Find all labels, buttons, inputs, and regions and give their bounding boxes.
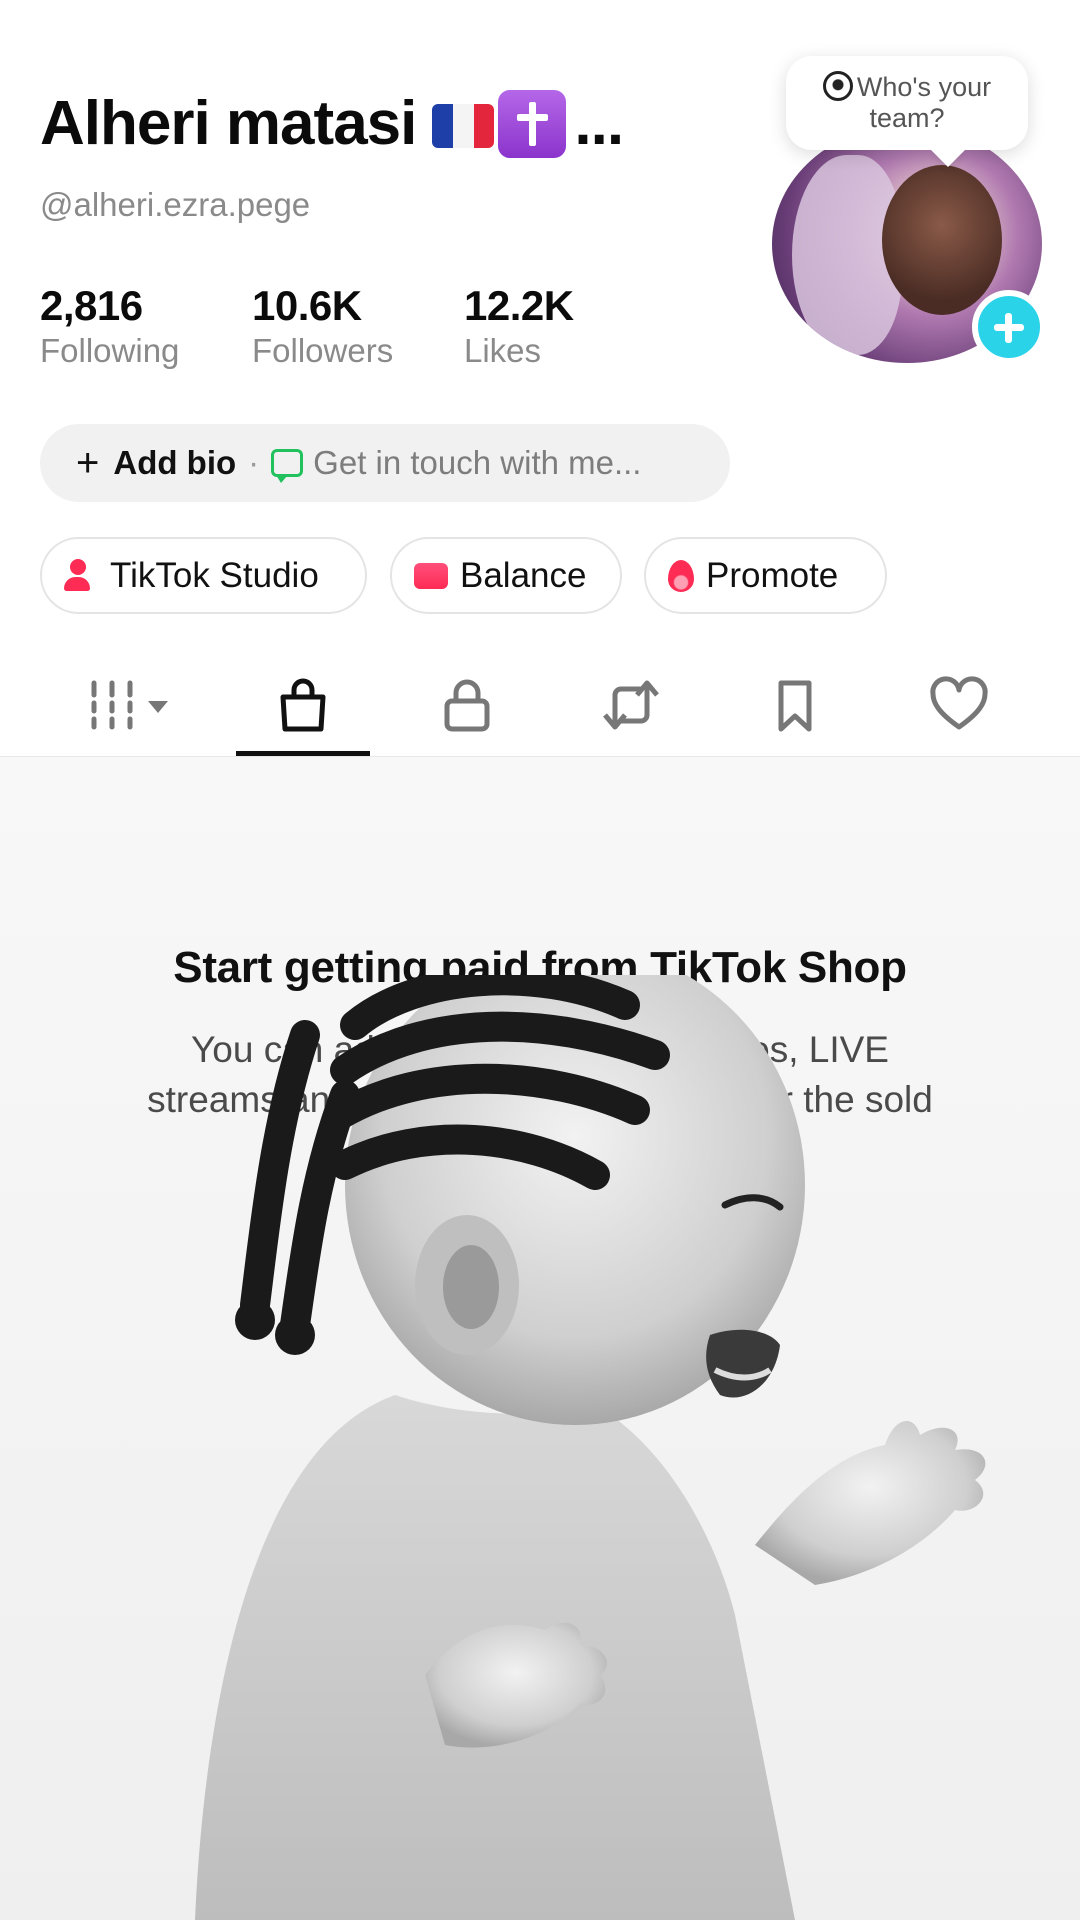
soccer-ball-icon — [822, 71, 853, 101]
username[interactable]: @alheri.ezra.pege — [40, 186, 310, 224]
france-flag-icon — [432, 104, 495, 148]
heart-icon — [930, 676, 988, 730]
videos-grid-icon — [91, 680, 168, 730]
fire-icon — [668, 559, 694, 592]
stat-value: 10.6K — [252, 282, 362, 329]
tiktok-studio-button[interactable]: TikTok Studio — [40, 537, 367, 614]
contact-text: Get in touch with me... — [313, 444, 642, 481]
avatar-face — [882, 165, 1002, 315]
chat-bubble-icon — [271, 449, 304, 483]
stat-followers[interactable]: 10.6K Followers — [252, 282, 393, 370]
name-ellipsis: ... — [574, 89, 624, 158]
laughing-child-sticker — [195, 975, 986, 1920]
add-bio-label: Add bio — [113, 444, 237, 481]
stat-likes[interactable]: 12.2K Likes — [464, 282, 574, 370]
lock-icon — [444, 679, 490, 732]
stat-following[interactable]: 2,816 Following — [40, 282, 179, 370]
plus-icon: + — [76, 440, 100, 485]
shop-bag-icon — [280, 678, 326, 732]
stat-value: 2,816 — [40, 282, 143, 329]
profile-name: Alheri matasi... — [40, 88, 624, 159]
tab-favorites[interactable] — [727, 655, 863, 755]
active-tab-indicator — [236, 751, 370, 756]
profile-header: Alheri matasi... @alheri.ezra.pege 2,816… — [0, 0, 1080, 757]
tab-liked[interactable] — [891, 655, 1027, 755]
tab-shop[interactable] — [235, 655, 371, 755]
stat-label: Likes — [464, 332, 542, 369]
wallet-icon — [414, 562, 448, 589]
repost-icon — [603, 680, 659, 730]
action-label: Balance — [460, 555, 587, 595]
action-label: TikTok Studio — [110, 555, 319, 595]
tab-private[interactable] — [399, 655, 535, 755]
profile-tabs — [0, 655, 1080, 757]
team-tooltip[interactable]: Who's your team? — [786, 56, 1028, 150]
balance-button[interactable]: Balance — [390, 537, 622, 614]
display-name: Alheri matasi — [40, 89, 417, 158]
stat-value: 12.2K — [464, 282, 574, 329]
bookmark-icon — [778, 680, 812, 732]
cross-icon — [498, 90, 567, 158]
studio-icon — [64, 558, 98, 593]
tooltip-text: Who's your team? — [856, 72, 992, 133]
add-story-button[interactable] — [972, 290, 1046, 364]
bio-separator: · — [248, 444, 260, 481]
tab-reposts[interactable] — [563, 655, 699, 755]
tab-videos[interactable] — [64, 655, 200, 755]
stat-label: Followers — [252, 332, 394, 369]
bio-pill[interactable]: + Add bio · Get in touch with me... — [40, 424, 730, 502]
stat-label: Following — [40, 332, 180, 369]
promote-button[interactable]: Promote — [644, 537, 887, 614]
action-label: Promote — [706, 555, 839, 595]
